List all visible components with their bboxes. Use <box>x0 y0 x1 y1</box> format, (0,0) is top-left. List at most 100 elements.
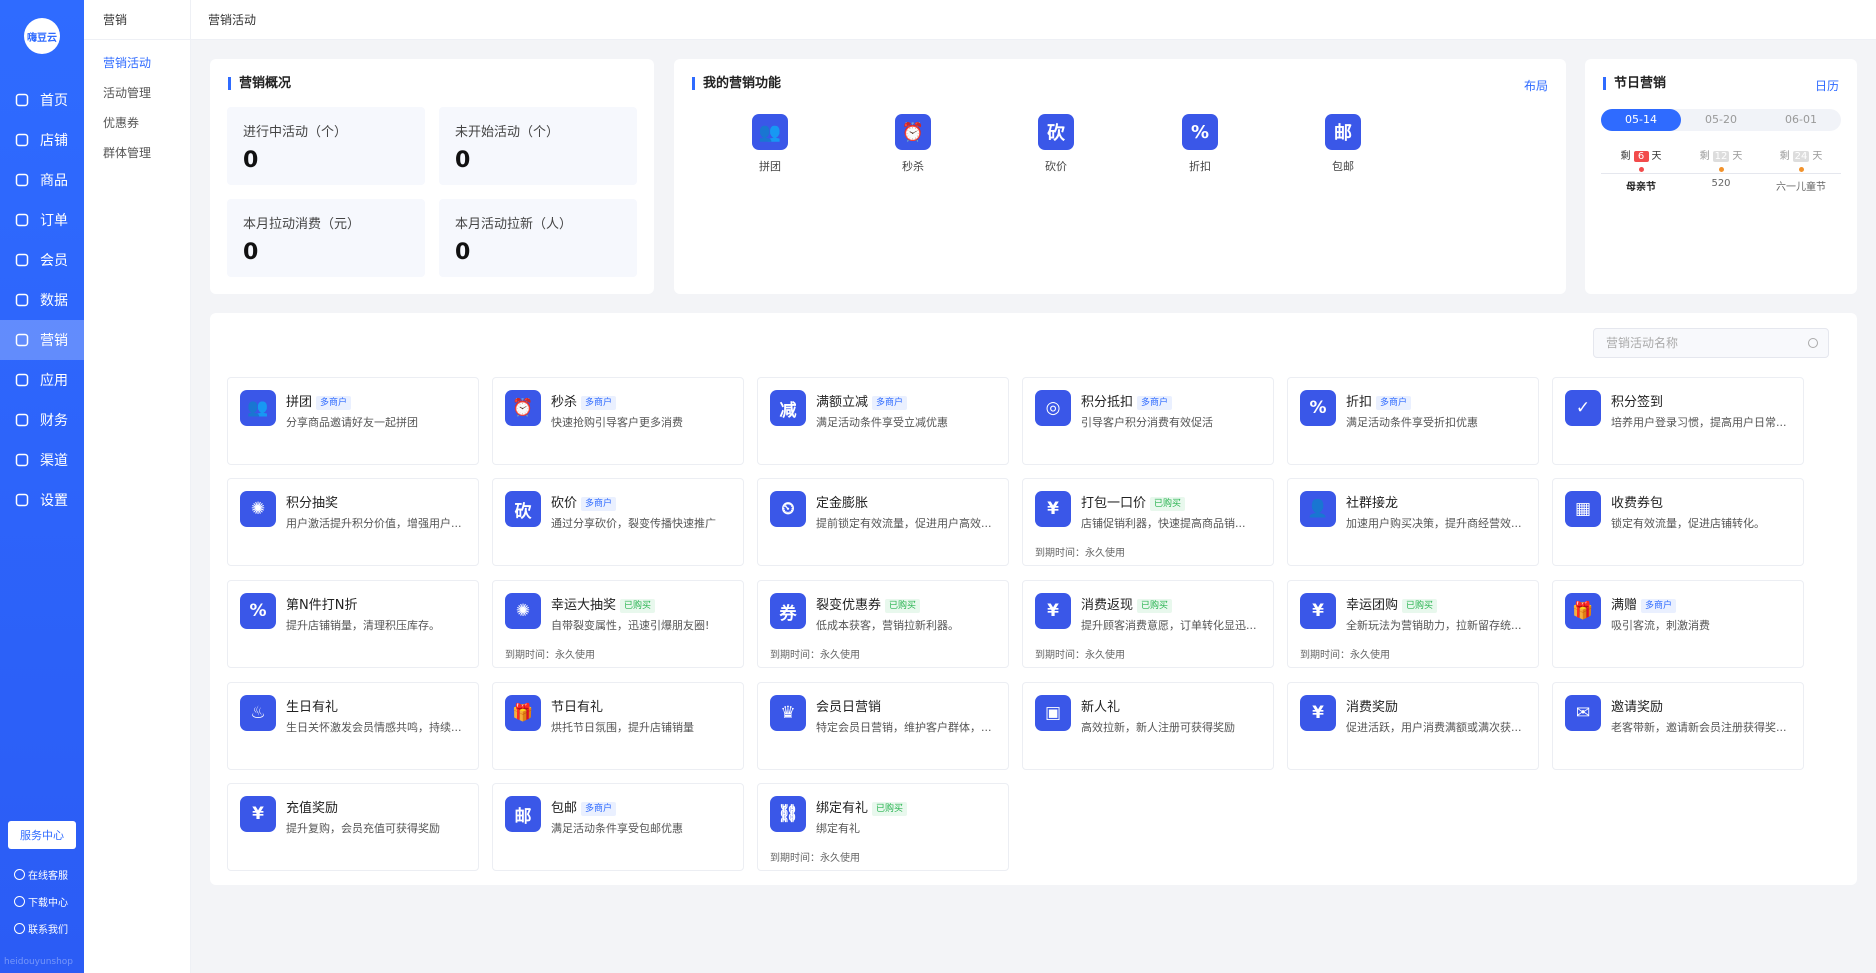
activity-card-13[interactable]: ✺ 幸运大抽奖 已购买 自带裂变属性，迅速引爆朋友圈! 到期时间：永久使用 <box>492 580 744 668</box>
activity-card-18[interactable]: ♨ 生日有礼 生日关怀激发会员情感共鸣，持续... <box>227 682 479 770</box>
holiday-tab-2[interactable]: 06-01 <box>1761 109 1841 131</box>
lucky-draw-icon: ✺ <box>505 593 541 629</box>
activity-card-26[interactable]: ⛓ 绑定有礼 已购买 绑定有礼 到期时间：永久使用 <box>757 783 1009 871</box>
activity-card-8[interactable]: ⏲ 定金膨胀 提前锁定有效流量，促进用户高效... <box>757 478 1009 566</box>
activity-card-7[interactable]: 砍砍价 多商户 通过分享砍价，裂变传播快速推广 <box>492 478 744 566</box>
function-item-2[interactable]: 砍砍价 <box>1016 114 1096 174</box>
lucky-group-icon: ¥ <box>1300 593 1336 629</box>
activity-desc: 全新玩法为营销助力，拉新留存统... <box>1346 619 1522 632</box>
activity-card-1[interactable]: ⏰ 秒杀 多商户 快速抢购引导客户更多消费 <box>492 377 744 465</box>
activity-tag: 已购买 <box>885 598 921 613</box>
subnav-title: 营销 <box>84 0 190 40</box>
activity-tag: 已购买 <box>872 801 908 816</box>
finance-icon <box>14 412 30 428</box>
nav-label: 财务 <box>40 413 68 429</box>
nav-item-4[interactable]: 会员 <box>0 240 84 280</box>
subnav-item-0[interactable]: 营销活动 <box>84 48 190 78</box>
activity-name: 折扣 <box>1346 395 1373 410</box>
download-center-link[interactable]: 下载中心 <box>14 894 68 909</box>
activity-desc: 快速抢购引导客户更多消费 <box>551 416 683 429</box>
bind-gift-icon: ⛓ <box>770 796 806 832</box>
activity-tag: 已购买 <box>620 598 656 613</box>
holiday-tab-0[interactable]: 05-14 <box>1601 109 1681 131</box>
nav-item-8[interactable]: 财务 <box>0 400 84 440</box>
fission-coupon-icon: 券 <box>770 593 806 629</box>
activity-desc: 锁定有效流量，促进店铺转化。 <box>1611 517 1765 530</box>
reduce-icon: 减 <box>770 390 806 426</box>
contact-us-link[interactable]: 联系我们 <box>14 921 68 936</box>
activity-card-3[interactable]: ◎ 积分抵扣 多商户 引导客户积分消费有效促活 <box>1022 377 1274 465</box>
function-item-1[interactable]: ⏰ 秒杀 <box>873 114 953 174</box>
activity-name: 满赠 <box>1611 598 1638 613</box>
subnav-item-2[interactable]: 优惠券 <box>84 108 190 138</box>
activity-card-4[interactable]: % 折扣 多商户 满足活动条件享受折扣优惠 <box>1287 377 1539 465</box>
watermark: heidouyunshop <box>4 957 74 967</box>
holiday-item-1[interactable]: 520 <box>1681 167 1761 193</box>
nav-item-6[interactable]: 营销 <box>0 320 84 360</box>
days-number: 12 <box>1712 151 1730 162</box>
days-left-1: 剩 12 天 <box>1681 147 1761 162</box>
community-icon: 👤 <box>1300 491 1336 527</box>
activity-name: 积分抵扣 <box>1081 395 1134 410</box>
activity-card-14[interactable]: 券裂变优惠券 已购买 低成本获客，营销拉新利器。 到期时间：永久使用 <box>757 580 1009 668</box>
nav-item-0[interactable]: 首页 <box>0 80 84 120</box>
activity-card-15[interactable]: ¥ 消费返现 已购买 提升顾客消费意愿，订单转化显迅... 到期时间：永久使用 <box>1022 580 1274 668</box>
activity-name-row: 绑定有礼 已购买 <box>816 797 908 816</box>
overview-title: 营销概况 <box>228 77 291 90</box>
primary-sidebar: 嗨豆云 首页 店铺 商品 订单 会员 数据 营销 应用财务渠道设置 服务中心 在线客服 下载中… <box>0 0 84 973</box>
subnav-item-3[interactable]: 群体管理 <box>84 138 190 168</box>
days-suffix: 天 <box>1651 151 1662 162</box>
service-center-button[interactable]: 服务中心 <box>8 821 76 849</box>
activity-desc: 烘托节日氛围，提升店铺销量 <box>551 721 694 734</box>
activity-card-5[interactable]: ✓ 积分签到 培养用户登录习惯，提高用户日常... <box>1552 377 1804 465</box>
discount-tag-icon: % <box>1182 114 1218 150</box>
activity-card-11[interactable]: ▦ 收费券包 锁定有效流量，促进店铺转化。 <box>1552 478 1804 566</box>
logo[interactable]: 嗨豆云 <box>24 18 60 54</box>
subnav-item-1[interactable]: 活动管理 <box>84 78 190 108</box>
activity-name-row: 收费券包 <box>1611 492 1663 511</box>
activity-name-row: 新人礼 <box>1081 696 1120 715</box>
activity-card-9[interactable]: ¥ 打包一口价 已购买 店铺促销利器，快速提高商品销... 到期时间：永久使用 <box>1022 478 1274 566</box>
activity-card-12[interactable]: % 第N件打N折 提升店铺销量，清理积压库存。 <box>227 580 479 668</box>
primary-nav: 首页 店铺 商品 订单 会员 数据 营销 应用财务渠道设置 <box>0 80 84 520</box>
activity-card-10[interactable]: 👤 社群接龙 加速用户购买决策，提升商经营效... <box>1287 478 1539 566</box>
nav-item-2[interactable]: 商品 <box>0 160 84 200</box>
holiday-item-0[interactable]: 母亲节 <box>1601 167 1681 193</box>
nav-item-3[interactable]: 订单 <box>0 200 84 240</box>
layout-link[interactable]: 布局 <box>1524 77 1548 94</box>
activity-card-21[interactable]: ▣ 新人礼 高效拉新，新人注册可获得奖励 <box>1022 682 1274 770</box>
activity-card-16[interactable]: ¥ 幸运团购 已购买 全新玩法为营销助力，拉新留存统... 到期时间：永久使用 <box>1287 580 1539 668</box>
nav-item-7[interactable]: 应用 <box>0 360 84 400</box>
function-item-4[interactable]: 邮包邮 <box>1303 114 1383 174</box>
activity-name-row: 折扣 多商户 <box>1346 391 1412 410</box>
activity-card-23[interactable]: ✉ 邀请奖励 老客带新，邀请新会员注册获得奖... <box>1552 682 1804 770</box>
activity-card-19[interactable]: 🎁 节日有礼 烘托节日氛围，提升店铺销量 <box>492 682 744 770</box>
chart-icon <box>14 292 30 308</box>
nav-item-1[interactable]: 店铺 <box>0 120 84 160</box>
nav-item-5[interactable]: 数据 <box>0 280 84 320</box>
online-service-link[interactable]: 在线客服 <box>14 867 68 882</box>
days-left-0: 剩6天 <box>1601 147 1681 162</box>
activity-card-0[interactable]: 👥 拼团 多商户 分享商品邀请好友一起拼团 <box>227 377 479 465</box>
activity-card-6[interactable]: ✺ 积分抽奖 用户激活提升积分价值，增强用户... <box>227 478 479 566</box>
holiday-tab-1[interactable]: 05-20 <box>1681 109 1761 131</box>
activity-card-17[interactable]: 🎁 满赠 多商户 吸引客流，刺激消费 <box>1552 580 1804 668</box>
activity-card-20[interactable]: ♛ 会员日营销 特定会员日营销，维护客户群体，... <box>757 682 1009 770</box>
holiday-item-2[interactable]: 六一儿童节 <box>1761 167 1841 193</box>
activity-card-24[interactable]: ¥ 充值奖励 提升复购，会员充值可获得奖励 <box>227 783 479 871</box>
calendar-link[interactable]: 日历 <box>1815 77 1839 94</box>
function-item-3[interactable]: % 折扣 <box>1160 114 1240 174</box>
function-item-0[interactable]: 👥 拼团 <box>730 114 810 174</box>
activity-card-25[interactable]: 邮包邮 多商户 满足活动条件享受包邮优惠 <box>492 783 744 871</box>
search-input[interactable]: 营销活动名称 <box>1593 328 1829 358</box>
activity-card-2[interactable]: 减满额立减 多商户 满足活动条件享受立减优惠 <box>757 377 1009 465</box>
activity-name: 邀请奖励 <box>1611 700 1664 715</box>
activity-name-row: 社群接龙 <box>1346 492 1398 511</box>
search-icon[interactable] <box>1808 338 1818 348</box>
nav-label: 设置 <box>40 493 68 509</box>
nav-item-9[interactable]: 渠道 <box>0 440 84 480</box>
nav-item-10[interactable]: 设置 <box>0 480 84 520</box>
activity-card-22[interactable]: ¥ 消费奖励 促进活跃，用户消费满额或满次获... <box>1287 682 1539 770</box>
activity-expiry: 到期时间：永久使用 <box>1035 544 1125 559</box>
activity-name-row: 消费奖励 <box>1346 696 1398 715</box>
